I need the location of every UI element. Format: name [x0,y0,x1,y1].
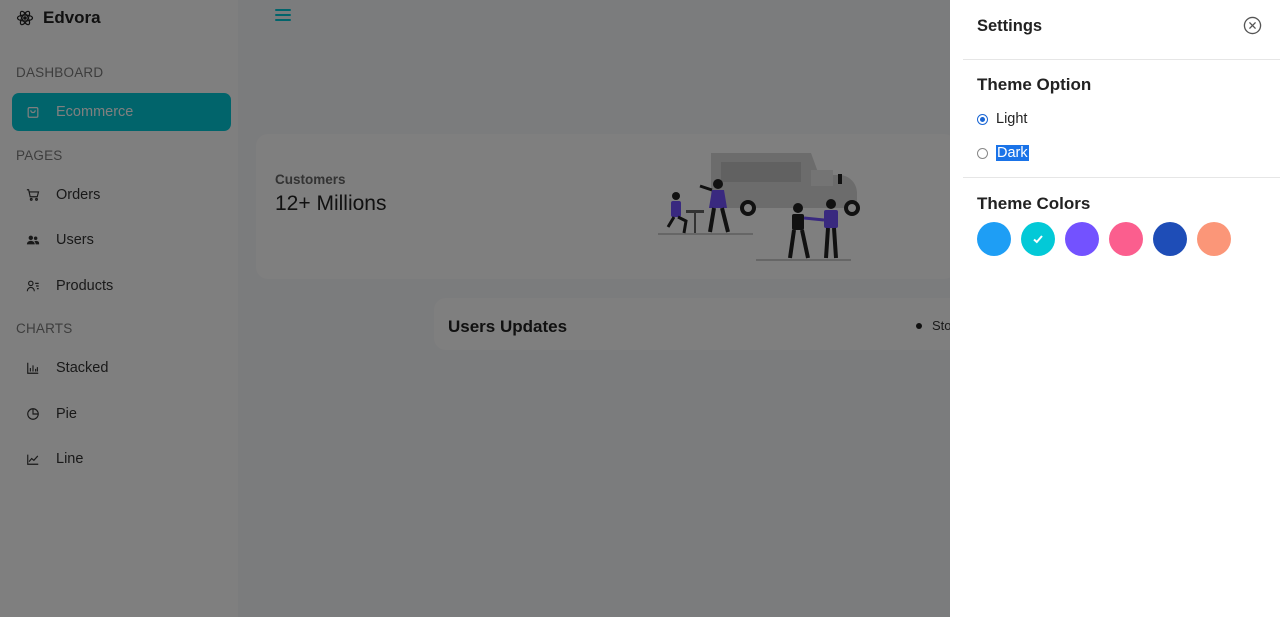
close-icon[interactable] [1243,16,1262,35]
color-swatch-navy[interactable] [1153,222,1187,256]
radio-label: Light [996,111,1028,127]
color-swatches [977,222,1231,256]
color-swatch-peach[interactable] [1197,222,1231,256]
color-swatch-pink[interactable] [1109,222,1143,256]
divider [963,177,1280,178]
color-swatch-purple[interactable] [1065,222,1099,256]
color-swatch-blue[interactable] [977,222,1011,256]
radio-button[interactable] [977,113,988,125]
radio-button[interactable] [977,147,988,159]
settings-panel: Settings Theme Option Light Dark Theme C… [950,0,1280,617]
radio-dark[interactable]: Dark [977,145,1029,161]
divider [963,59,1280,60]
radio-label: Dark [996,145,1029,161]
theme-colors-heading: Theme Colors [977,194,1091,213]
theme-option-heading: Theme Option [977,75,1092,94]
check-icon [1033,235,1043,244]
color-swatch-teal[interactable] [1021,222,1055,256]
settings-title: Settings [977,17,1043,35]
radio-light[interactable]: Light [977,111,1027,127]
